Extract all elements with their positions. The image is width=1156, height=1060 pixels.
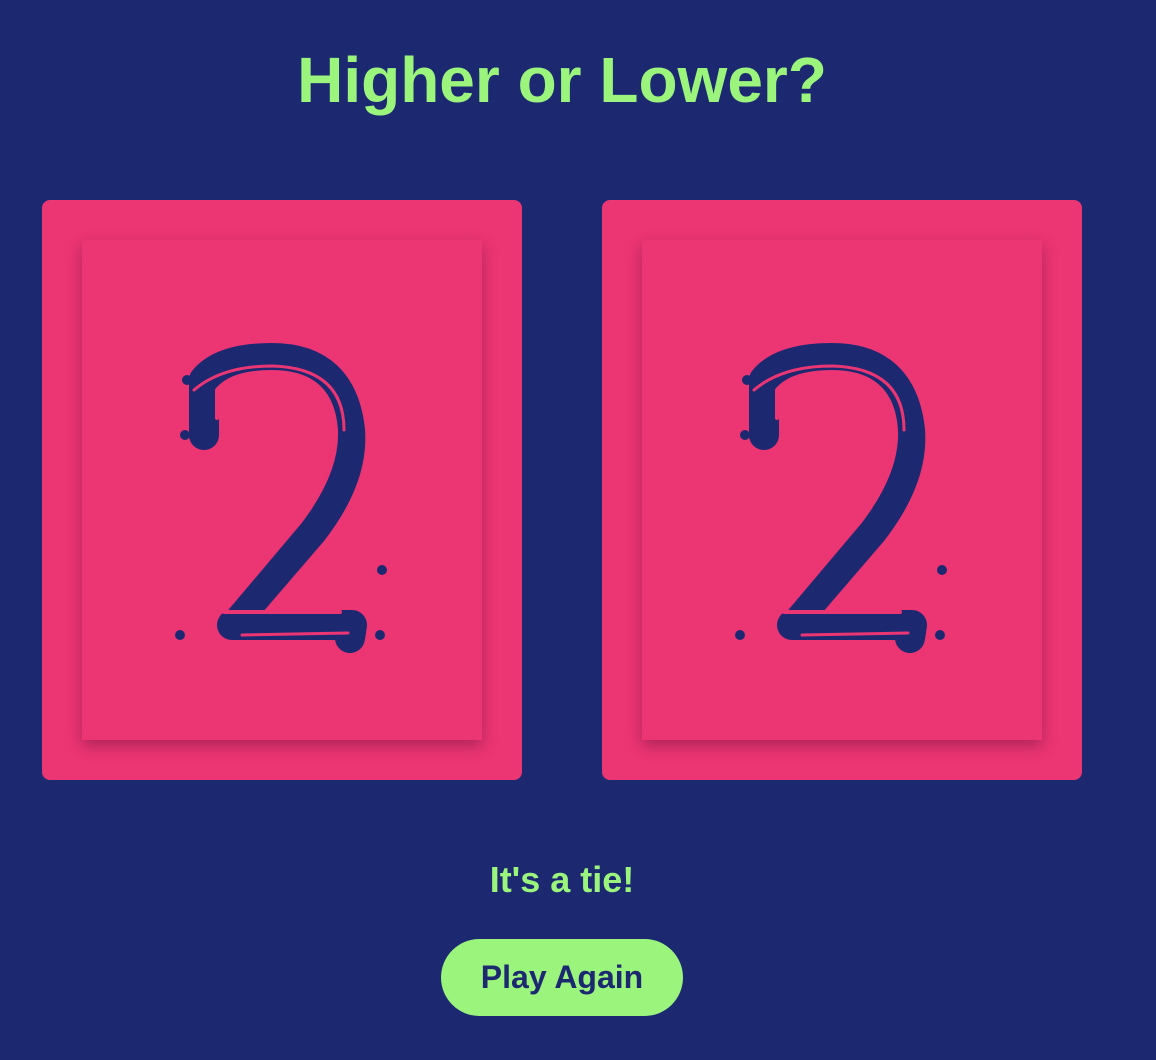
card-face-right: 2 bbox=[642, 240, 1042, 740]
card-left: 2 bbox=[42, 200, 522, 780]
digit-two-glyph-left bbox=[175, 343, 387, 653]
card-face-left: 2 bbox=[82, 240, 482, 740]
page-title: Higher or Lower? bbox=[297, 44, 827, 116]
digit-two-glyph-right bbox=[735, 343, 947, 653]
play-again-button[interactable]: Play Again bbox=[441, 939, 683, 1016]
card-right: 2 bbox=[602, 200, 1082, 780]
result-message: It's a tie! bbox=[489, 859, 635, 900]
